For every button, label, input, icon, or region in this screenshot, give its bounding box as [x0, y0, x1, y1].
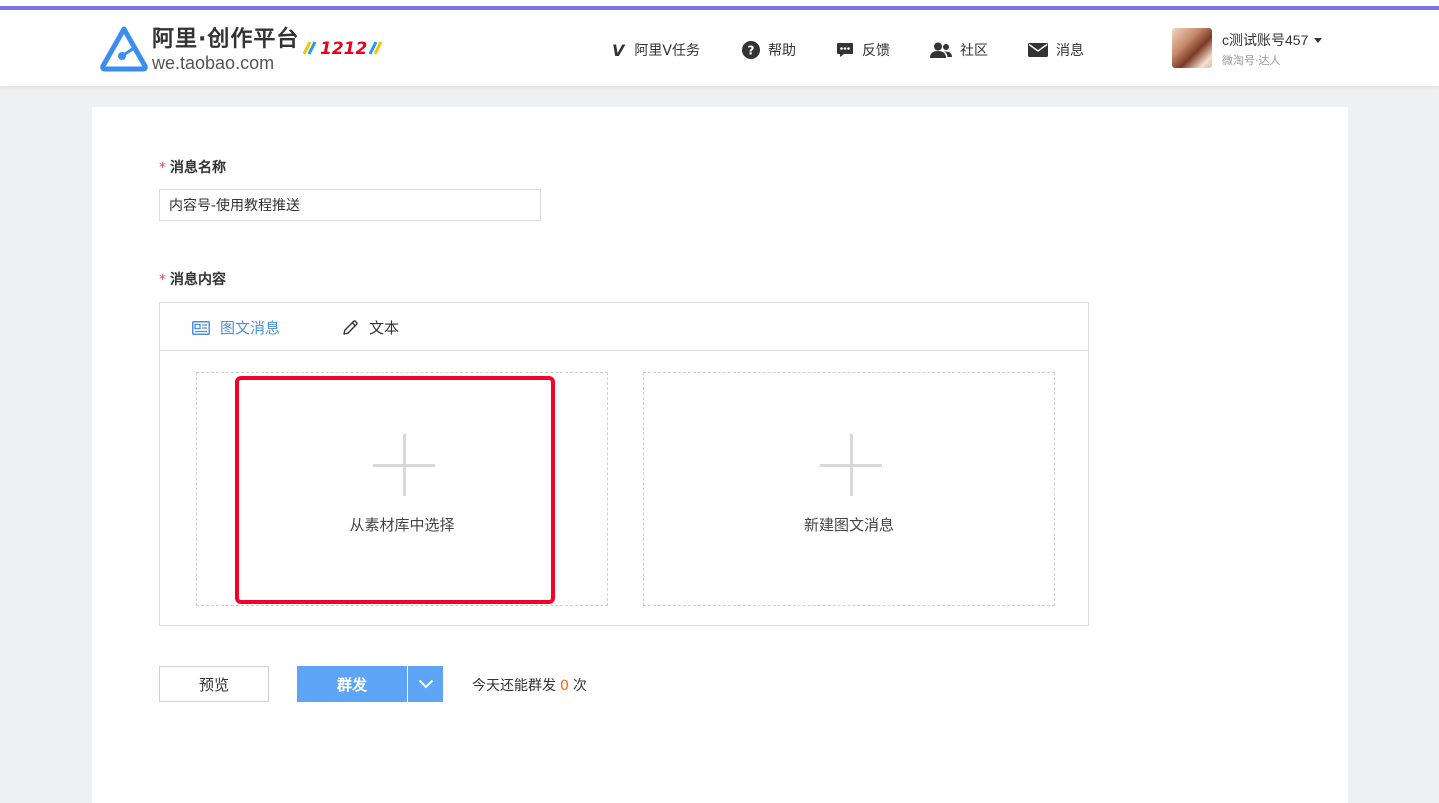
plus-icon: [820, 434, 882, 496]
message-content-label-text: 消息内容: [170, 272, 226, 288]
select-from-library-button[interactable]: 从素材库中选择: [196, 372, 608, 606]
user-name-row[interactable]: c测试账号457: [1222, 30, 1323, 50]
message-content-box: 图文消息 文本 从素材库中选择 新建图文消息: [159, 302, 1089, 626]
event-1212-badge: 1212: [302, 39, 383, 58]
create-image-text-button[interactable]: 新建图文消息: [643, 372, 1055, 606]
message-content-label: * 消息内容: [159, 269, 226, 289]
envelope-icon: [1027, 43, 1048, 57]
user-name: c测试账号457: [1222, 32, 1309, 48]
tab-text[interactable]: 文本: [342, 317, 399, 338]
svg-text:?: ?: [747, 44, 754, 58]
tab-image-text-label: 图文消息: [220, 319, 281, 337]
content-type-tabs: 图文消息 文本: [160, 303, 1088, 351]
top-nav: V 阿里V任务 ? 帮助 反馈 社区 消息: [612, 38, 1084, 62]
user-role: 微淘号·达人: [1222, 54, 1281, 67]
caret-down-icon: [1314, 37, 1323, 43]
select-from-library-label: 从素材库中选择: [349, 516, 455, 534]
logo-text[interactable]: 阿里·创作平台 we.taobao.com: [152, 27, 299, 73]
nav-help[interactable]: ? 帮助: [741, 40, 796, 60]
card-icon: [192, 320, 210, 335]
nav-vtask[interactable]: V 阿里V任务: [612, 40, 700, 60]
message-name-label: * 消息名称: [159, 157, 226, 177]
question-circle-icon: ?: [741, 41, 760, 59]
users-icon: [929, 42, 952, 58]
chevron-down-icon: [418, 679, 433, 689]
preview-button[interactable]: 预览: [159, 666, 269, 702]
quota-count: 0: [560, 678, 569, 694]
quota-suffix: 次: [572, 678, 587, 694]
nav-messages[interactable]: 消息: [1027, 40, 1084, 60]
header: 阿里·创作平台 we.taobao.com 1212 V 阿里V任务 ? 帮助: [0, 10, 1439, 87]
nav-feedback[interactable]: 反馈: [836, 40, 890, 60]
message-name-input[interactable]: [159, 189, 541, 221]
logo-url: we.taobao.com: [152, 53, 275, 73]
message-form-card: *消息名称 *消息内容 图文消息 文本 从素材库中选: [92, 107, 1348, 803]
pencil-icon: [343, 320, 358, 335]
nav-vtask-label: 阿里V任务: [634, 43, 700, 59]
avatar[interactable]: [1172, 28, 1212, 68]
tab-text-label: 文本: [369, 319, 400, 337]
top-accent-bar: [0, 0, 1439, 10]
quota-prefix: 今天还能群发: [472, 678, 556, 694]
required-star: *: [159, 272, 166, 288]
ali-creator-logo-icon[interactable]: [100, 26, 148, 72]
nav-help-label: 帮助: [767, 43, 796, 59]
nav-community-label: 社区: [959, 43, 988, 59]
event-badge-text: 1212: [320, 39, 367, 58]
nav-feedback-label: 反馈: [861, 43, 890, 59]
create-image-text-label: 新建图文消息: [803, 516, 894, 534]
nav-community[interactable]: 社区: [929, 40, 988, 60]
nav-messages-label: 消息: [1055, 43, 1084, 59]
v-logo-icon: V: [612, 40, 625, 60]
plus-icon: [373, 434, 435, 496]
chat-bubble-icon: [836, 43, 853, 57]
required-star: *: [159, 160, 166, 176]
logo-title: 阿里·创作平台: [152, 27, 300, 52]
tab-image-text[interactable]: 图文消息: [192, 317, 280, 338]
send-button[interactable]: 群发: [297, 666, 407, 702]
message-name-label-text: 消息名称: [170, 160, 226, 176]
send-options-dropdown[interactable]: [407, 666, 443, 702]
send-quota: 今天还能群发 0 次: [472, 675, 587, 695]
